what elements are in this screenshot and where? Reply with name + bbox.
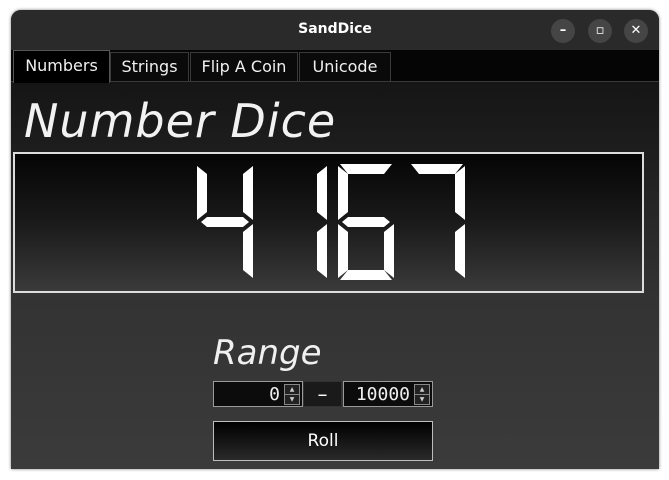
digit-3-segment-e: [338, 224, 348, 278]
range-separator: –: [303, 381, 342, 407]
digit-3-segment-f: [338, 166, 348, 220]
range-min-decrement-icon[interactable]: ▼: [284, 394, 300, 405]
digit-3-segment-d: [340, 270, 392, 280]
digit-3-segment-g: [342, 217, 390, 227]
tab-strings[interactable]: Strings: [110, 52, 189, 81]
digit-1-segment-g: [201, 217, 249, 227]
title-bar[interactable]: SandDice – ▫ ✕: [11, 10, 659, 50]
tab-numbers[interactable]: Numbers: [13, 50, 110, 83]
digit-4-segment-a: [411, 164, 463, 174]
range-max-value[interactable]: 10000: [356, 384, 410, 405]
digit-3-segment-a: [340, 164, 392, 174]
digit-1-segment-f: [197, 166, 207, 220]
result-display: [13, 152, 644, 293]
range-min-value[interactable]: 0: [269, 384, 280, 405]
main-content: Numbers Strings Flip A Coin Unicode Numb…: [11, 50, 659, 469]
digit-1-segment-b: [243, 166, 253, 220]
digit-3-segment-c: [384, 224, 394, 278]
tab-unicode[interactable]: Unicode: [299, 52, 391, 81]
range-max-arrows: ▲ ▼: [414, 384, 430, 405]
roll-button[interactable]: Roll: [213, 421, 433, 461]
range-min-spinbox[interactable]: 0 ▲ ▼: [213, 381, 303, 407]
range-min-arrows: ▲ ▼: [284, 384, 300, 405]
digit-1-segment-c: [243, 224, 253, 278]
close-icon: ✕: [630, 23, 642, 38]
tab-unicode-label: Unicode: [312, 57, 378, 76]
app-window: SandDice – ▫ ✕ Numbers Strings Flip A Co…: [11, 10, 659, 469]
tab-strings-label: Strings: [121, 57, 178, 76]
tab-bar: Numbers Strings Flip A Coin Unicode: [11, 50, 659, 83]
close-button[interactable]: ✕: [624, 19, 648, 43]
maximize-button[interactable]: ▫: [588, 19, 612, 43]
tab-numbers-label: Numbers: [25, 56, 98, 75]
range-label: Range: [213, 333, 322, 373]
maximize-icon: ▫: [595, 23, 605, 38]
minimize-button[interactable]: –: [551, 19, 575, 43]
minimize-icon: –: [559, 23, 567, 38]
range-max-decrement-icon[interactable]: ▼: [414, 394, 430, 405]
range-max-spinbox[interactable]: 10000 ▲ ▼: [343, 381, 433, 407]
tab-flip-a-coin-label: Flip A Coin: [201, 57, 287, 76]
seven-segment-number: [197, 164, 465, 280]
digit-2-segment-c: [317, 224, 327, 278]
page-title: Number Dice: [24, 94, 337, 148]
tab-flip-a-coin[interactable]: Flip A Coin: [190, 52, 298, 81]
digit-4-segment-b: [455, 166, 465, 220]
digit-4-segment-c: [455, 224, 465, 278]
digit-2-segment-b: [317, 166, 327, 220]
